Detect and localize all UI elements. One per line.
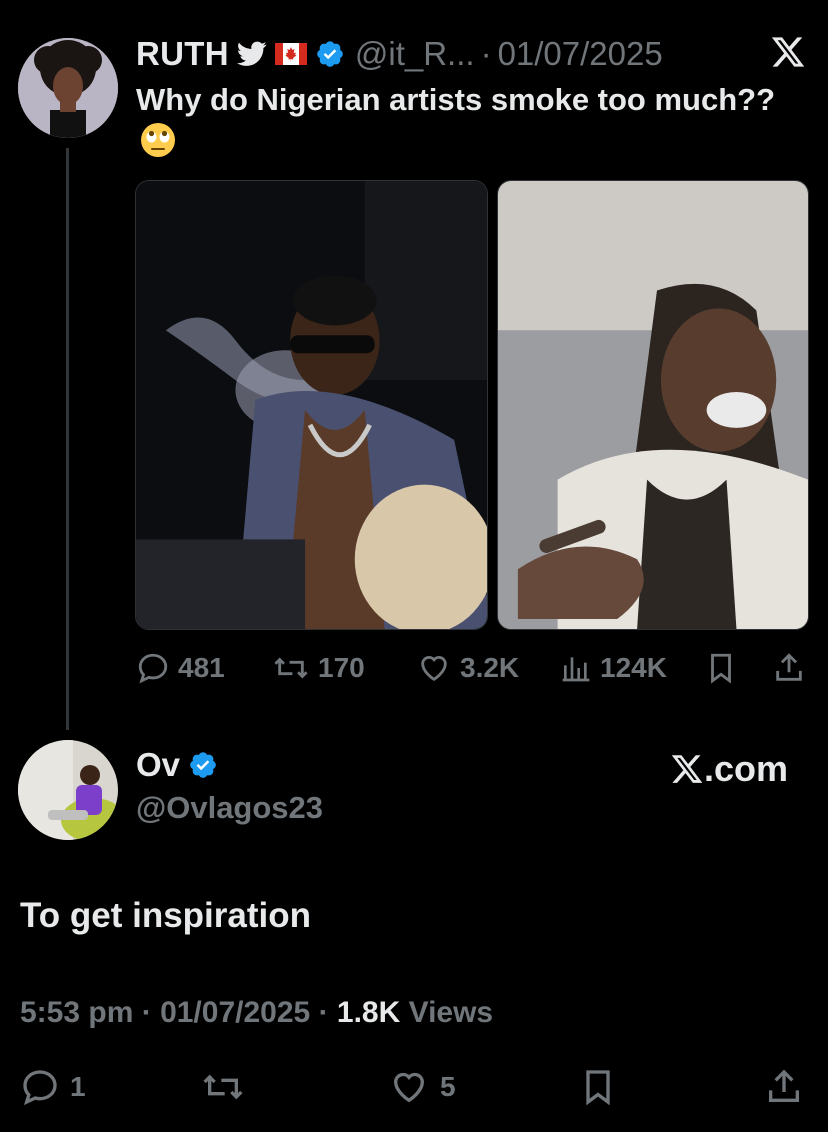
photo-man-dreadlocks-smoking[interactable] (497, 180, 809, 630)
reply-author: Ov (136, 746, 218, 784)
reply-date[interactable]: 01/07/2025 (160, 996, 310, 1029)
bookmark-icon (711, 653, 731, 684)
reply-repost-button[interactable] (200, 1062, 256, 1112)
views-count: 124K (600, 652, 667, 683)
like-button[interactable]: 3.2K (416, 646, 519, 690)
tweet-text-content: Why do Nigerian artists smoke too much?? (136, 82, 776, 117)
like-count: 3.2K (460, 652, 520, 683)
ov-avatar[interactable] (18, 740, 118, 840)
reply-reply-count: 1 (70, 1071, 86, 1102)
reply-meta: 5:53 pm · 01/07/2025 · 1.8K Views (20, 996, 494, 1029)
author-name[interactable]: RUTH (136, 35, 229, 73)
bookmark-icon (586, 1070, 610, 1106)
verified-badge-icon (315, 39, 345, 69)
reply-like-count: 5 (440, 1071, 456, 1102)
reply-bookmark-button[interactable] (578, 1062, 628, 1112)
reply-share-button[interactable] (764, 1062, 814, 1112)
bookmark-button[interactable] (704, 646, 746, 690)
canada-flag-icon (274, 43, 307, 65)
reply-button[interactable]: 481 (136, 646, 225, 690)
original-tweet-actions: 481 170 3.2K 124K (136, 646, 816, 690)
share-icon (776, 653, 802, 681)
original-tweet-header: RUTH @it_R... · 01/07/2025 (136, 34, 663, 74)
share-button[interactable] (772, 646, 814, 690)
twitter-bird-icon (236, 41, 267, 67)
repost-icon (274, 657, 308, 679)
author-handle[interactable]: @it_R... (355, 35, 475, 73)
reply-count: 481 (178, 652, 225, 683)
heart-icon (421, 656, 447, 682)
reply-views-count: 1.8K (336, 996, 401, 1029)
tweet-date[interactable]: 01/07/2025 (498, 35, 663, 73)
reply-icon (23, 1070, 57, 1106)
x-com-source: .com (670, 748, 788, 790)
heart-icon (393, 1072, 425, 1103)
repost-button[interactable]: 170 (272, 646, 365, 690)
reply-views-label: Views (408, 996, 494, 1029)
source-domain: .com (703, 748, 788, 789)
repost-count: 170 (318, 652, 365, 683)
reply-time[interactable]: 5:53 pm (20, 996, 133, 1029)
ruth-avatar[interactable] (18, 38, 118, 138)
share-icon (769, 1069, 799, 1102)
reply-actions: 1 5 (0, 1062, 828, 1112)
x-logo-icon (671, 755, 703, 783)
thread-connector-line (66, 148, 69, 730)
views-button[interactable]: 124K (560, 646, 667, 690)
separator-dot: · (480, 35, 492, 72)
reply-icon (138, 653, 168, 684)
repost-icon (203, 1074, 243, 1100)
reply-reply-button[interactable]: 1 (20, 1062, 86, 1112)
views-chart-icon (562, 657, 590, 682)
eye-roll-emoji-icon (140, 122, 176, 170)
x-logo-icon[interactable] (770, 34, 806, 70)
reply-like-button[interactable]: 5 (388, 1062, 456, 1112)
reply-author-handle[interactable]: @Ovlagos23 (136, 790, 323, 826)
verified-badge-icon (188, 750, 218, 780)
photo-man-sunglasses-smoking[interactable] (135, 180, 488, 630)
reply-tweet-text: To get inspiration (20, 896, 312, 935)
original-tweet-text: Why do Nigerian artists smoke too much?? (136, 78, 776, 170)
reply-author-name[interactable]: Ov (136, 746, 180, 784)
